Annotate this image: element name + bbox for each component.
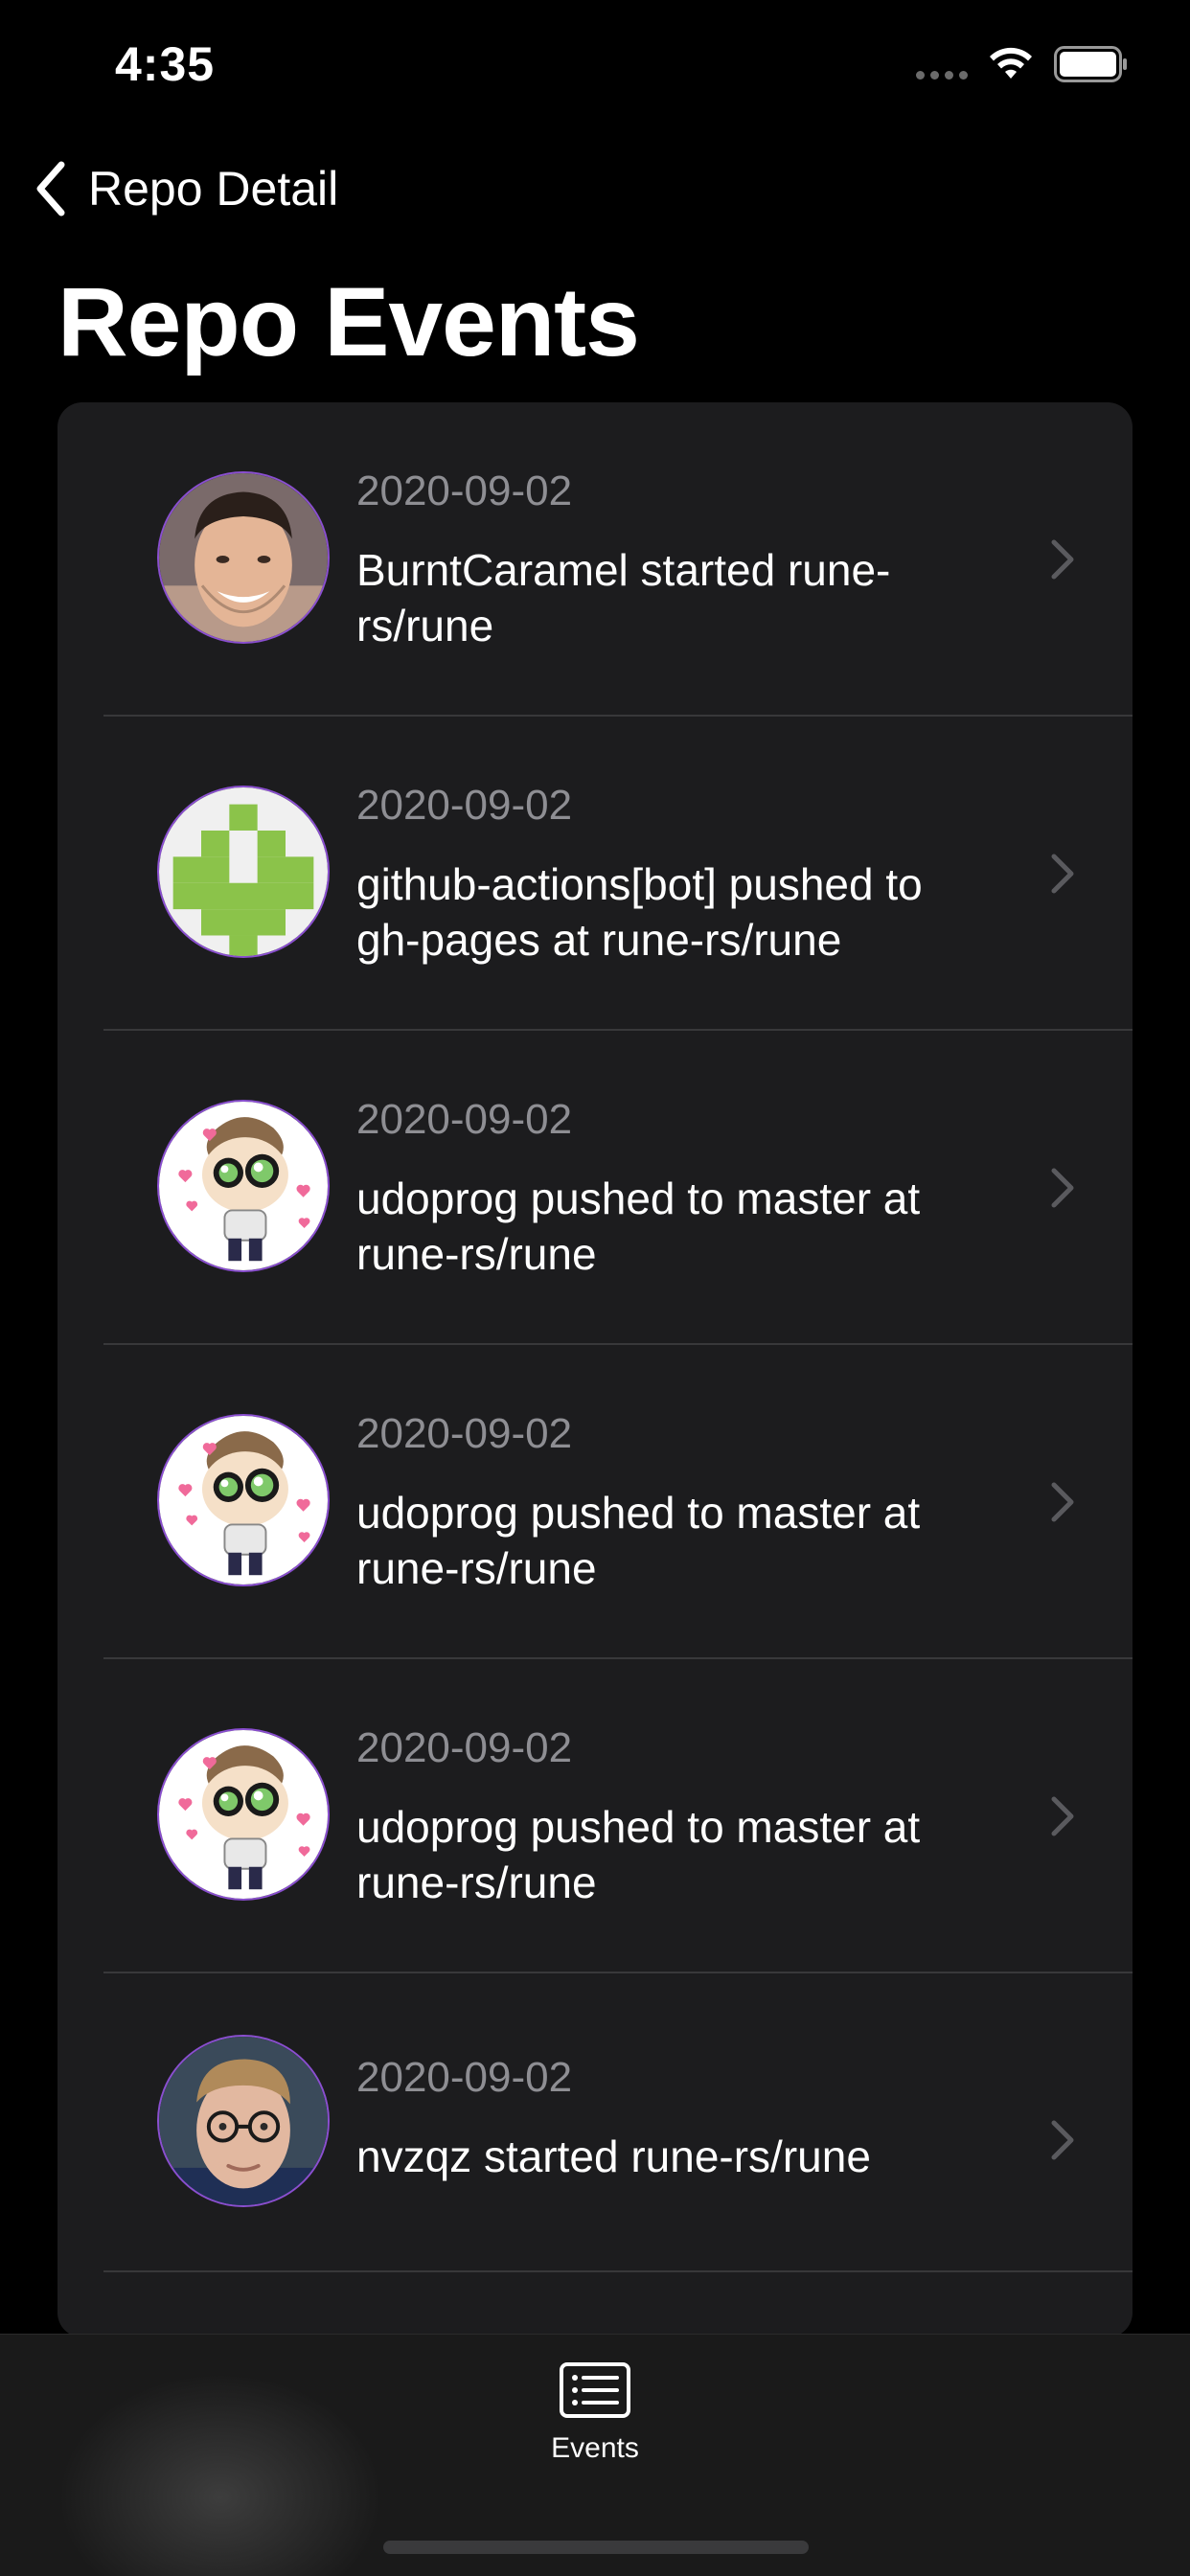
event-description: udoprog pushed to master at rune-rs/rune (356, 1488, 921, 1593)
event-date: 2020-09-02 (356, 1724, 573, 1771)
cartoon-avatar (157, 1414, 330, 1586)
events-list: 2020-09-02 BurntCaramel started rune-rs/… (57, 402, 1133, 2337)
event-description: nvzqz started rune-rs/rune (356, 2131, 871, 2181)
row-divider (103, 2270, 1133, 2272)
list-item[interactable]: 2020-09-02 udoprog pushed to master at r… (57, 1345, 1133, 1659)
chevron-left-icon (36, 161, 65, 217)
list-item[interactable]: 2020-09-02 github-actions[bot] pushed to… (57, 717, 1133, 1031)
event-date: 2020-09-02 (356, 1410, 573, 1457)
event-date: 2020-09-02 (356, 467, 573, 514)
event-description: udoprog pushed to master at rune-rs/rune (356, 1802, 921, 1907)
chevron-right-icon (1051, 1796, 1074, 1836)
cellular-signal-icon (916, 71, 970, 80)
tab-events-label: Events (551, 2432, 639, 2464)
list-item[interactable]: 2020-09-02 udoprog pushed to master at r… (57, 1031, 1133, 1345)
list-icon (560, 2362, 630, 2418)
person-photo-avatar (157, 2035, 330, 2207)
status-bar: 4:35 (0, 0, 1190, 125)
tab-events[interactable]: Events (499, 2361, 691, 2505)
chevron-right-icon (1051, 854, 1074, 894)
page-title: Repo Events (57, 267, 640, 376)
event-description: github-actions[bot] pushed to gh-pages a… (356, 859, 923, 965)
github-actions-identicon-avatar (157, 786, 330, 958)
chevron-right-icon (1051, 1482, 1074, 1522)
cartoon-avatar (157, 1100, 330, 1272)
event-description: BurntCaramel started rune-rs/rune (356, 545, 891, 650)
event-date: 2020-09-02 (356, 782, 573, 829)
wifi-icon (990, 47, 1032, 79)
home-indicator (383, 2541, 809, 2554)
chevron-right-icon (1051, 539, 1074, 580)
list-item[interactable]: 2020-09-02 BurntCaramel started rune-rs/… (57, 402, 1133, 717)
chevron-right-icon (1051, 2120, 1074, 2160)
chevron-right-icon (1051, 1168, 1074, 1208)
back-button[interactable]: Repo Detail (33, 155, 338, 222)
list-item[interactable]: 2020-09-02 udoprog pushed to master at r… (57, 1659, 1133, 1973)
event-date: 2020-09-02 (356, 2054, 573, 2101)
event-date: 2020-09-02 (356, 1096, 573, 1143)
person-photo-avatar (157, 471, 330, 644)
status-time: 4:35 (115, 37, 216, 91)
battery-icon (1054, 46, 1127, 82)
cartoon-avatar (157, 1728, 330, 1901)
list-item[interactable]: 2020-09-02 nvzqz started rune-rs/rune (57, 1973, 1133, 2272)
event-description: udoprog pushed to master at rune-rs/rune (356, 1174, 921, 1279)
back-button-label: Repo Detail (88, 162, 339, 216)
